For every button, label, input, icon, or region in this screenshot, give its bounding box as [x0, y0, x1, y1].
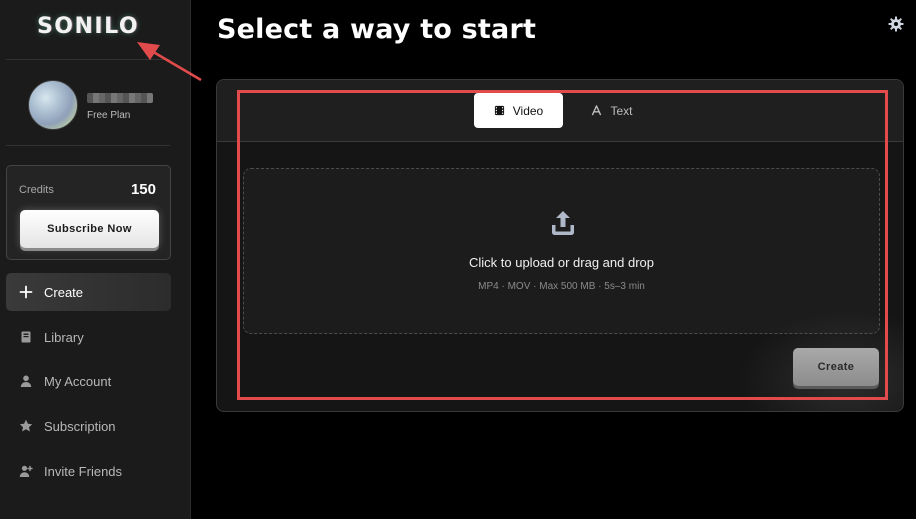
divider: [6, 145, 170, 146]
user-icon: [19, 374, 33, 388]
text-icon: [592, 105, 602, 116]
sidebar-item-library[interactable]: Library: [6, 318, 171, 356]
plan-label: Free Plan: [87, 110, 131, 121]
credits-label: Credits: [19, 184, 54, 196]
credits-value: 150: [130, 181, 156, 198]
sidebar-item-invite-friends[interactable]: Invite Friends: [6, 452, 171, 490]
avatar: [28, 80, 78, 130]
start-panel: Video Text Click to upload or drag and d…: [216, 79, 904, 412]
tab-label: Video: [512, 103, 544, 118]
sidebar-item-subscription[interactable]: Subscription: [6, 407, 171, 445]
user-plus-icon: [19, 464, 33, 478]
sidebar-item-label: Subscription: [44, 418, 116, 434]
tab-video[interactable]: Video: [474, 93, 563, 128]
app-logo[interactable]: SONILO: [0, 14, 176, 39]
page-title: Select a way to start: [217, 14, 537, 45]
plus-icon: [19, 285, 33, 299]
credits-card: Credits 150 Subscribe Now: [6, 165, 171, 260]
upload-icon: [550, 209, 576, 237]
film-icon: [494, 105, 504, 116]
sidebar-item-label: Library: [44, 329, 84, 345]
tab-label: Text: [610, 103, 633, 118]
gear-icon[interactable]: [888, 16, 904, 32]
sidebar-item-my-account[interactable]: My Account: [6, 362, 171, 400]
sidebar-item-label: Invite Friends: [44, 463, 123, 479]
user-profile[interactable]: Free Plan: [28, 80, 178, 132]
sidebar: SONILO Free Plan Credits 150 Subscribe N…: [0, 0, 191, 519]
divider: [6, 59, 170, 60]
username-redacted: [87, 93, 153, 103]
sidebar-item-label: Create: [44, 284, 84, 300]
upload-title: Click to upload or drag and drop: [468, 255, 654, 270]
star-icon: [19, 419, 33, 433]
mode-tabs: Video Text: [217, 80, 903, 142]
sidebar-item-label: My Account: [44, 373, 112, 389]
tab-text[interactable]: Text: [582, 93, 642, 128]
create-button[interactable]: Create: [793, 348, 879, 386]
upload-dropzone[interactable]: Click to upload or drag and drop MP4 · M…: [243, 168, 880, 334]
subscribe-now-button[interactable]: Subscribe Now: [20, 210, 159, 248]
sidebar-item-create[interactable]: Create: [6, 273, 171, 311]
book-icon: [19, 330, 33, 344]
upload-hint: MP4 · MOV · Max 500 MB · 5s–3 min: [478, 281, 645, 292]
